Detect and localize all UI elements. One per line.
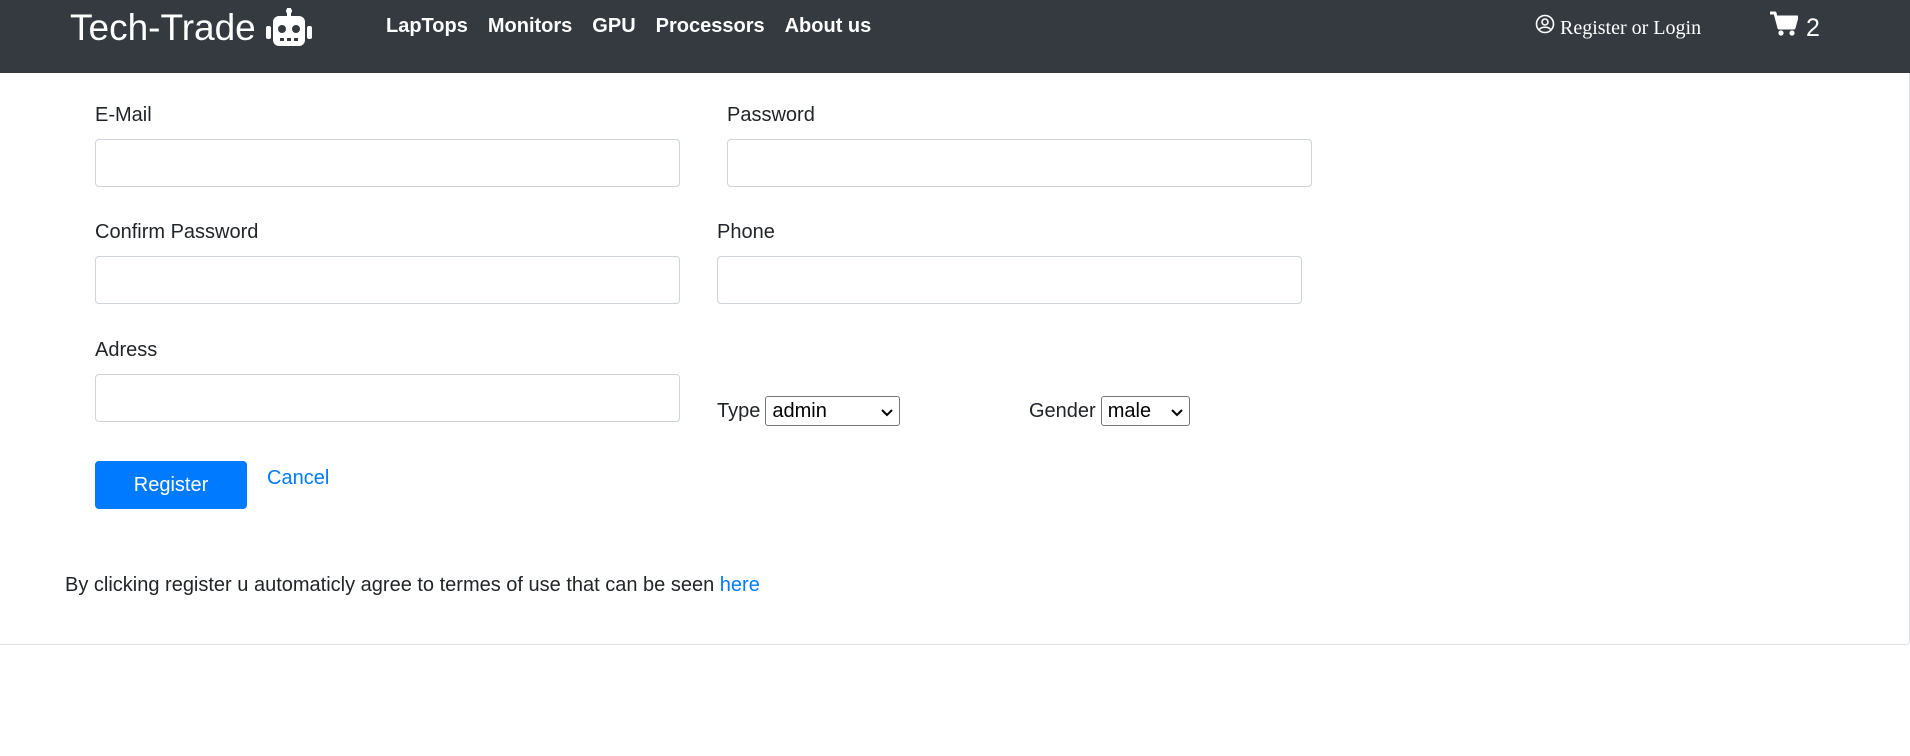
gender-label: Gender bbox=[1029, 400, 1096, 422]
type-group: Type admin bbox=[717, 396, 901, 426]
cancel-link[interactable]: Cancel bbox=[267, 466, 329, 490]
password-label: Password bbox=[727, 104, 815, 126]
nav-link-laptops[interactable]: LapTops bbox=[386, 13, 468, 39]
nav-link-gpu[interactable]: GPU bbox=[592, 13, 635, 39]
register-button[interactable]: Register bbox=[95, 461, 247, 509]
brand-logo[interactable]: Tech-Trade bbox=[70, 8, 312, 48]
user-circle-icon bbox=[1535, 14, 1555, 41]
address-label: Adress bbox=[95, 339, 158, 361]
gender-group: Gender male bbox=[1029, 396, 1190, 426]
email-label: E-Mail bbox=[95, 104, 152, 126]
navbar: Tech-Trade LapTops Monitors GPU Processo… bbox=[0, 0, 1910, 73]
robot-icon bbox=[265, 8, 312, 48]
terms-link[interactable]: here bbox=[720, 574, 760, 596]
confirm-password-field[interactable] bbox=[95, 256, 680, 304]
address-field[interactable] bbox=[95, 374, 680, 422]
shopping-cart-icon bbox=[1770, 11, 1799, 44]
confirm-password-label: Confirm Password bbox=[95, 221, 259, 243]
gender-select[interactable]: male bbox=[1100, 396, 1190, 426]
gender-selected-value: male bbox=[1107, 400, 1152, 422]
cart-count: 2 bbox=[1806, 13, 1820, 42]
terms-notice: By clicking register u automaticly agree… bbox=[65, 573, 760, 597]
nav-link-about-us[interactable]: About us bbox=[785, 13, 872, 39]
terms-text: By clicking register u automaticly agree… bbox=[65, 574, 720, 596]
nav-link-processors[interactable]: Processors bbox=[656, 13, 765, 39]
nav-link-monitors[interactable]: Monitors bbox=[488, 13, 572, 39]
register-login-label: Register or Login bbox=[1560, 16, 1702, 39]
type-select[interactable]: admin bbox=[765, 396, 901, 426]
register-login-link[interactable]: Register or Login bbox=[1535, 14, 1701, 41]
chevron-down-icon bbox=[881, 399, 894, 423]
brand-name: Tech-Trade bbox=[70, 7, 256, 48]
password-field[interactable] bbox=[727, 139, 1312, 187]
type-label: Type bbox=[717, 400, 761, 422]
phone-field[interactable] bbox=[717, 256, 1302, 304]
phone-label: Phone bbox=[717, 221, 775, 243]
cart-button[interactable]: 2 bbox=[1770, 11, 1820, 44]
chevron-down-icon bbox=[1171, 399, 1183, 423]
main-nav: LapTops Monitors GPU Processors About us bbox=[386, 13, 871, 39]
type-selected-value: admin bbox=[772, 400, 827, 422]
email-field[interactable] bbox=[95, 139, 680, 187]
